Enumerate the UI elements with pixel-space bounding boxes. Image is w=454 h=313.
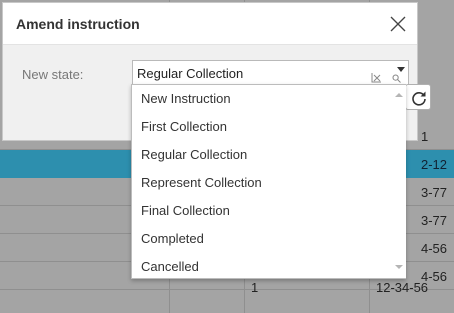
table-cell: 12-34-56 — [376, 280, 429, 295]
close-icon[interactable] — [389, 15, 407, 33]
table-cell: 1 — [421, 129, 429, 144]
table-cell: 2-12 — [421, 157, 448, 172]
dialog-title: Amend instruction — [16, 16, 140, 32]
table-cell: 4-56 — [421, 241, 448, 256]
clear-icon[interactable] — [371, 71, 382, 83]
chevron-down-icon[interactable] — [395, 62, 407, 72]
table-cell: 1 — [251, 280, 259, 295]
new-state-select[interactable]: Regular Collection — [132, 60, 409, 86]
option-completed[interactable]: Completed — [132, 225, 391, 253]
option-regular-collection[interactable]: Regular Collection — [132, 141, 391, 169]
option-represent-collection[interactable]: Represent Collection — [132, 169, 391, 197]
option-cancelled[interactable]: Cancelled — [132, 253, 391, 281]
refresh-icon — [412, 91, 426, 106]
option-first-collection[interactable]: First Collection — [132, 113, 391, 141]
select-value: Regular Collection — [137, 66, 244, 81]
refresh-button[interactable] — [405, 84, 431, 110]
table-cell: 3-77 — [421, 185, 448, 200]
new-state-label: New state: — [22, 67, 84, 82]
option-new-instruction[interactable]: New Instruction — [132, 85, 391, 113]
scroll-down-icon[interactable] — [395, 265, 403, 269]
table-cell: 3-77 — [421, 213, 448, 228]
scroll-up-icon[interactable] — [395, 93, 403, 97]
dropdown-scrollbar[interactable] — [392, 85, 406, 278]
state-options-list: New Instruction First Collection Regular… — [131, 84, 406, 279]
option-final-collection[interactable]: Final Collection — [132, 197, 391, 225]
